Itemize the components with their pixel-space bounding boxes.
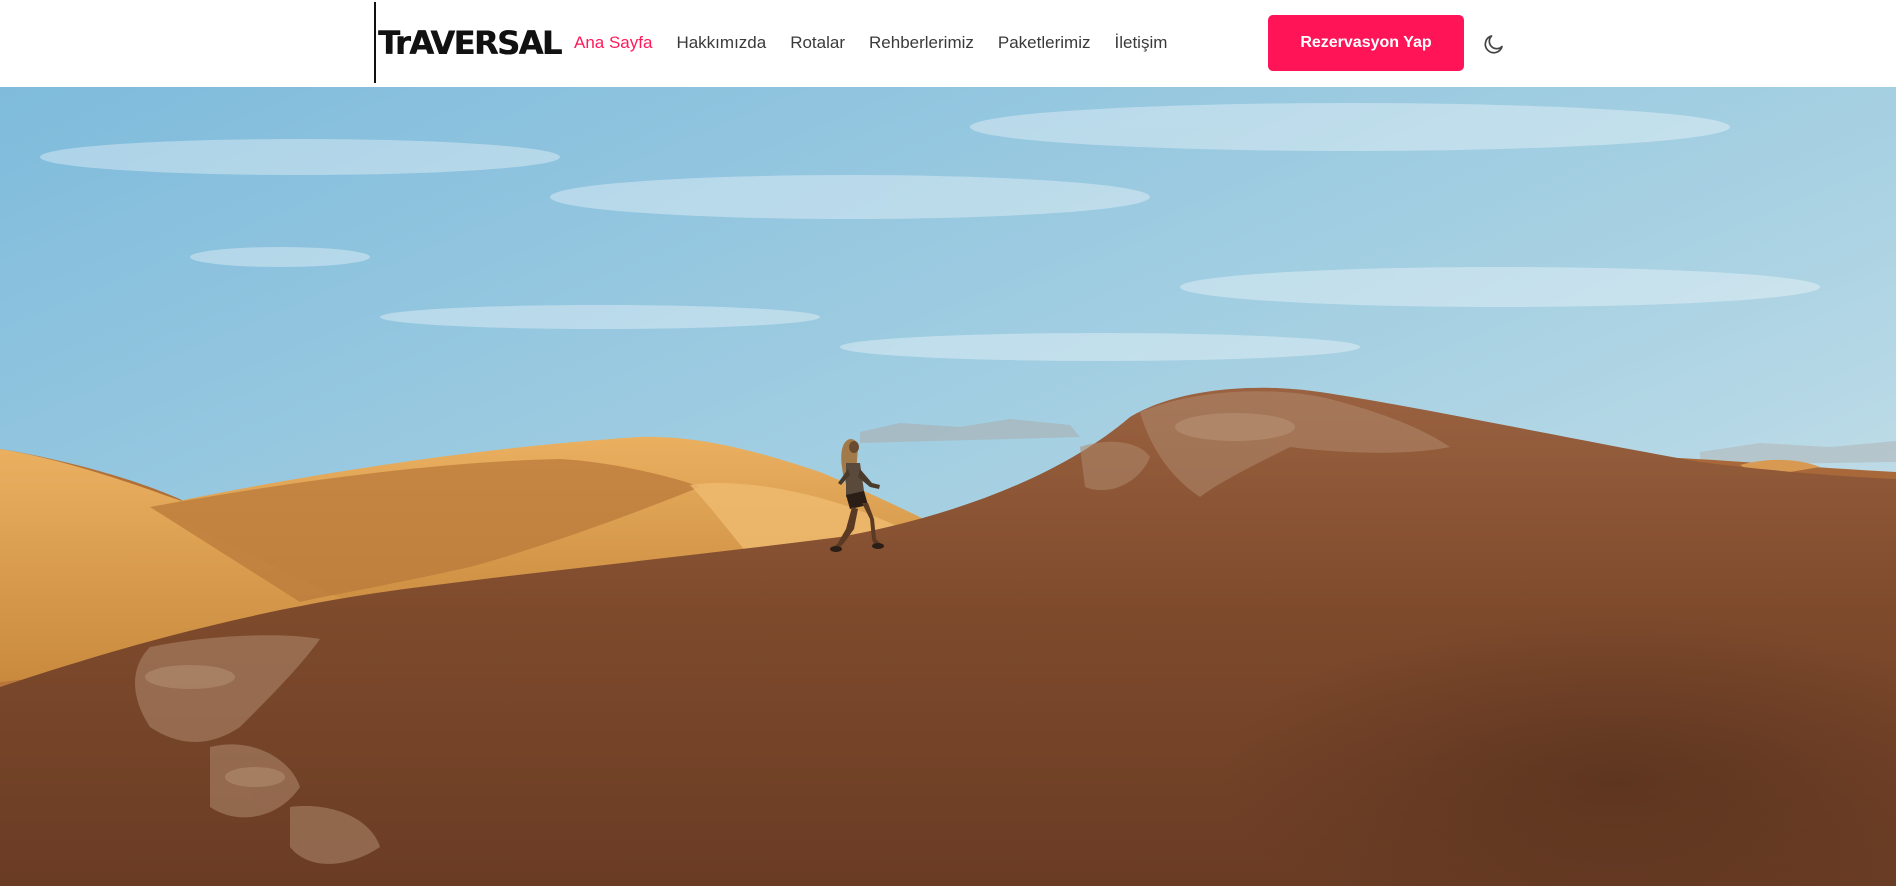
moon-icon[interactable]: [1482, 32, 1506, 56]
nav-link-rotalar[interactable]: Rotalar: [790, 30, 845, 56]
brand-logo[interactable]: TrAVERSAL: [374, 2, 562, 83]
main-nav: Ana Sayfa Hakkımızda Rotalar Rehberlerim…: [574, 30, 1191, 56]
nav-link-paketlerimiz[interactable]: Paketlerimiz: [998, 30, 1091, 56]
hero-image: [0, 87, 1896, 886]
nav-link-hakkimizda[interactable]: Hakkımızda: [676, 30, 766, 56]
nav-link-ana-sayfa[interactable]: Ana Sayfa: [574, 30, 652, 56]
logo-text: TrAVERSAL: [378, 23, 562, 62]
nav-link-iletisim[interactable]: İletişim: [1114, 30, 1167, 56]
top-navbar: TrAVERSAL Ana Sayfa Hakkımızda Rotalar R…: [0, 0, 1896, 87]
nav-link-rehberlerimiz[interactable]: Rehberlerimiz: [869, 30, 974, 56]
reservation-button[interactable]: Rezervasyon Yap: [1268, 15, 1464, 71]
